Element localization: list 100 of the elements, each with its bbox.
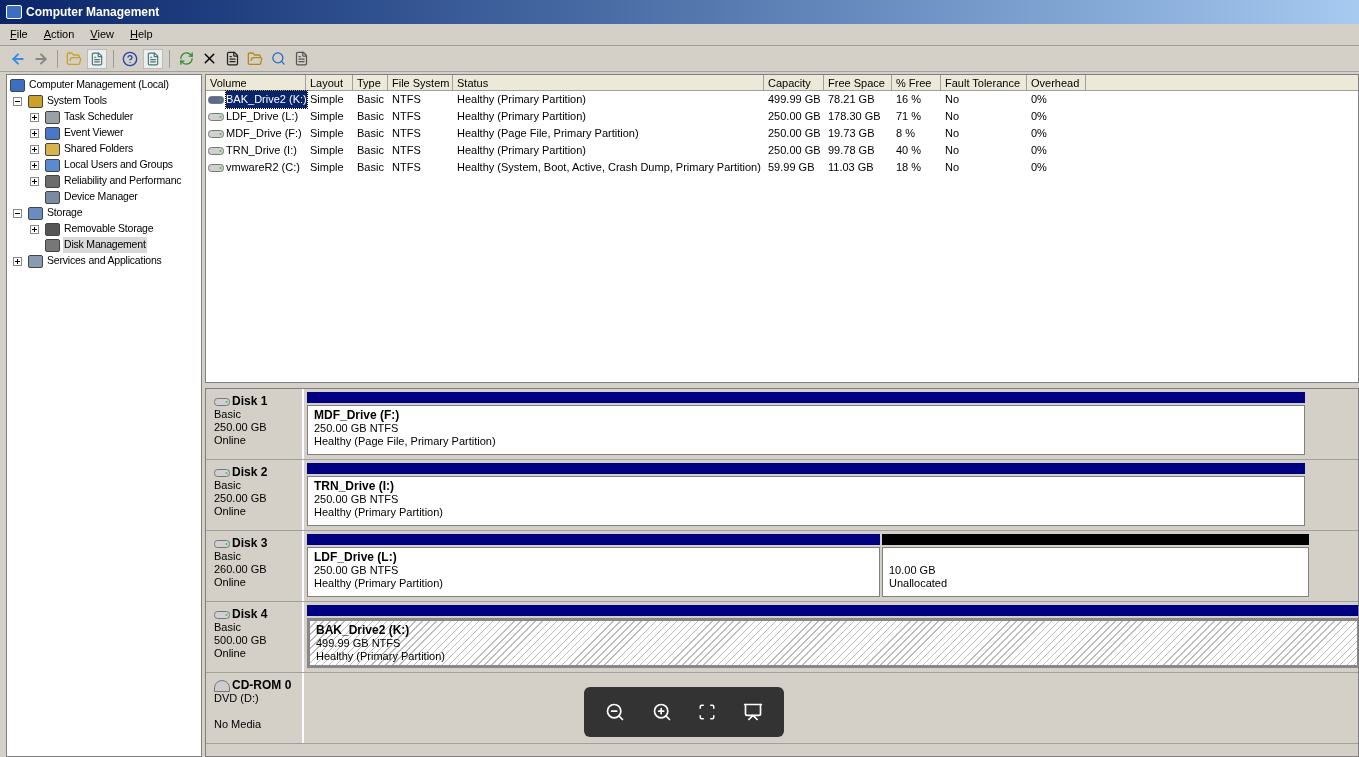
table-cell[interactable]: BAK_Drive2 (K:): [226, 91, 307, 108]
tree-item[interactable]: Shared Folders: [63, 141, 134, 157]
table-cell-text: 59.99 GB: [768, 160, 815, 176]
column-header[interactable]: Free Space: [824, 75, 892, 91]
column-header[interactable]: Layout: [306, 75, 353, 91]
table-cell-text: Basic: [357, 143, 384, 159]
table-cell-text: 0%: [1031, 160, 1047, 176]
table-cell-text: 0%: [1031, 92, 1047, 108]
menu-item[interactable]: Action: [43, 26, 75, 43]
tree-item[interactable]: Task Scheduler: [63, 109, 134, 125]
partition-name: MDF_Drive (F:): [314, 409, 401, 422]
tree-item[interactable]: Computer Management (Local): [28, 77, 170, 93]
partition-info: Healthy (Page File, Primary Partition): [314, 435, 497, 448]
disk-label-panel[interactable]: Disk 3 Basic 260.00 GB Online: [206, 531, 304, 601]
tree-item[interactable]: Storage: [46, 205, 84, 221]
fullscreen-icon[interactable]: [698, 703, 717, 721]
zoom-in-icon[interactable]: [651, 702, 672, 722]
table-cell-text: Simple: [310, 160, 344, 176]
disk-info: Online: [214, 434, 247, 447]
cdrom-label-panel[interactable]: CD-ROM 0 DVD (D:) No Media: [206, 673, 304, 743]
drive-icon: [208, 163, 224, 172]
zoom-out-icon[interactable]: [605, 702, 626, 722]
tree-item[interactable]: System Tools: [46, 93, 108, 109]
table-cell-text: No: [945, 109, 960, 125]
expand-toggle[interactable]: [30, 176, 39, 186]
column-header[interactable]: File System: [388, 75, 453, 91]
table-cell-text: 19.73 GB: [828, 126, 875, 142]
tree-item[interactable]: Disk Management: [63, 237, 147, 253]
table-cell[interactable]: MDF_Drive (F:): [226, 125, 302, 142]
table-cell-text: Healthy (Primary Partition): [457, 92, 586, 108]
drive-icon: [214, 610, 230, 619]
menu-item[interactable]: Help: [130, 26, 153, 43]
partition-name: TRN_Drive (I:): [314, 480, 395, 493]
menu-item[interactable]: File: [10, 26, 28, 43]
column-header[interactable]: Fault Tolerance: [941, 75, 1027, 91]
table-cell-text: Healthy (System, Boot, Active, Crash Dump, Primary Partition): [457, 160, 761, 176]
table-cell[interactable]: TRN_Drive (I:): [226, 142, 297, 159]
table-cell-text: 99.78 GB: [828, 143, 875, 159]
drive-icon: [214, 397, 230, 406]
drive-icon: [214, 539, 230, 548]
disk-info: 250.00 GB: [214, 421, 268, 434]
partition-block[interactable]: BAK_Drive2 (K:) 499.99 GB NTFS Healthy (Primary Partition): [307, 618, 1358, 668]
table-cell-text: 0%: [1031, 126, 1047, 142]
drive-icon: [208, 129, 224, 138]
table-cell-text: Simple: [310, 109, 344, 125]
tree-item[interactable]: Services and Applications: [46, 253, 163, 269]
disk-name: Disk 4: [232, 608, 268, 621]
toggle-pane-button[interactable]: [87, 48, 107, 69]
disk-name: Disk 2: [232, 466, 268, 479]
slideshow-icon[interactable]: [742, 702, 763, 722]
partition-block[interactable]: LDF_Drive (L:) 250.00 GB NTFS Healthy (Primary Partition): [307, 547, 880, 597]
expand-toggle[interactable]: [30, 112, 39, 122]
table-cell-text: 8 %: [896, 126, 915, 142]
disk-info: Online: [214, 647, 247, 660]
table-cell[interactable]: vmwareR2 (C:): [226, 159, 300, 176]
tree-item[interactable]: Reliability and Performanc: [63, 173, 183, 189]
table-cell-text: 499.99 GB: [768, 92, 821, 108]
collapse-toggle[interactable]: [13, 96, 22, 106]
expand-toggle[interactable]: [30, 144, 39, 154]
tree-item[interactable]: Local Users and Groups: [63, 157, 174, 173]
drive-icon: [208, 146, 224, 155]
column-header[interactable]: Capacity: [764, 75, 824, 91]
tree-item[interactable]: Event Viewer: [63, 125, 125, 141]
disk-info: DVD (D:): [214, 692, 260, 705]
table-cell-text: Healthy (Primary Partition): [457, 143, 586, 159]
partition-block[interactable]: TRN_Drive (I:) 250.00 GB NTFS Healthy (Primary Partition): [307, 476, 1305, 526]
partition-block[interactable]: MDF_Drive (F:) 250.00 GB NTFS Healthy (Page File, Primary Partition): [307, 405, 1305, 455]
disk-label-panel[interactable]: Disk 2 Basic 250.00 GB Online: [206, 460, 304, 530]
column-header[interactable]: Status: [453, 75, 764, 91]
expand-toggle[interactable]: [30, 128, 39, 138]
disk-label-panel[interactable]: Disk 4 Basic 500.00 GB Online: [206, 602, 304, 672]
disk-info: Basic: [214, 479, 242, 492]
column-header[interactable]: Overhead: [1027, 75, 1086, 91]
search-icon[interactable]: [270, 51, 286, 66]
expand-toggle[interactable]: [30, 160, 39, 170]
tree-item[interactable]: Removable Storage: [63, 221, 155, 237]
help-icon[interactable]: [122, 50, 138, 67]
disk-label-panel[interactable]: Disk 1 Basic 250.00 GB Online: [206, 389, 304, 459]
refresh-icon[interactable]: [178, 51, 194, 66]
expand-toggle[interactable]: [13, 256, 22, 266]
table-cell[interactable]: LDF_Drive (L:): [226, 108, 299, 125]
table-cell-text: NTFS: [392, 92, 421, 108]
table-cell-text: Simple: [310, 126, 344, 142]
expand-toggle[interactable]: [30, 224, 39, 234]
disk-info: Basic: [214, 550, 242, 563]
disk-info: Online: [214, 576, 247, 589]
column-header[interactable]: Type: [353, 75, 388, 91]
partition-block[interactable]: 10.00 GB Unallocated: [882, 547, 1309, 597]
column-header[interactable]: % Free: [892, 75, 941, 91]
document-icon[interactable]: [293, 51, 309, 66]
partition-info: Healthy (Primary Partition): [314, 506, 444, 519]
table-cell-text: NTFS: [392, 126, 421, 142]
disk-info: Basic: [214, 408, 242, 421]
properties-icon[interactable]: [224, 51, 240, 66]
toggle-pane-button[interactable]: [143, 48, 163, 69]
menu-item[interactable]: View: [90, 26, 114, 43]
tree-item[interactable]: Device Manager: [63, 189, 139, 205]
collapse-toggle[interactable]: [13, 208, 22, 218]
table-cell-text: Basic: [357, 92, 384, 108]
table-cell-text: No: [945, 160, 960, 176]
